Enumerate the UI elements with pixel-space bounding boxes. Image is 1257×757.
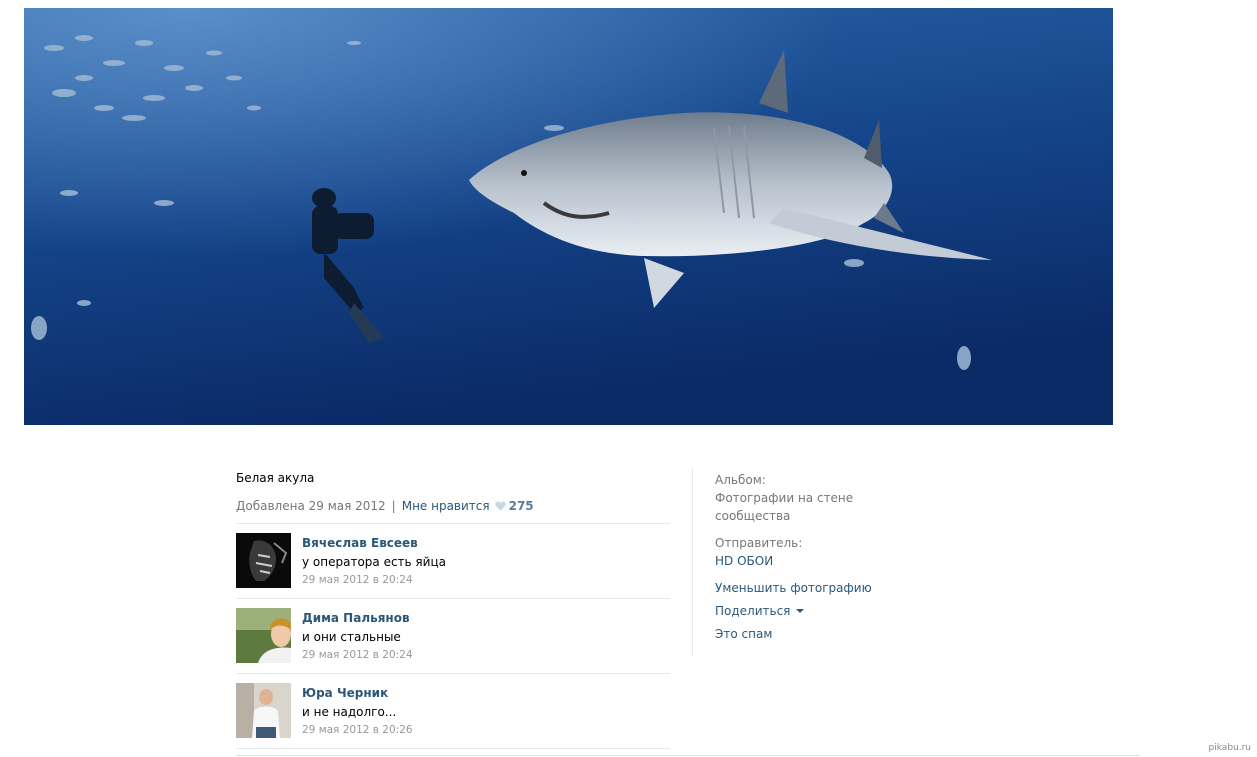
- photo-description: Белая акула: [236, 471, 315, 485]
- like-count[interactable]: 275: [509, 499, 534, 513]
- album-block: Альбом: Фотографии на стене сообщества: [715, 471, 875, 525]
- comment-text: и не надолго...: [302, 705, 397, 719]
- comments-list: Вячеслав Евсеев у оператора есть яйца 29…: [236, 523, 670, 749]
- album-name: Фотографии на стене сообщества: [715, 491, 854, 523]
- album-label: Альбом:: [715, 473, 766, 487]
- meta-separator: |: [391, 499, 396, 513]
- watermark: pikabu.ru: [1208, 743, 1251, 753]
- comment-author[interactable]: Вячеслав Евсеев: [302, 535, 446, 551]
- photo-meta: Добавлена 29 мая 2012 | Мне нравится 275: [236, 498, 670, 515]
- comment-body: Юра Черник и не надолго... 29 мая 2012 в…: [302, 685, 413, 737]
- added-date: Добавлена 29 мая 2012: [236, 499, 386, 513]
- bottom-divider: [236, 755, 1140, 756]
- shrink-photo-link[interactable]: Уменьшить фотографию: [715, 579, 875, 597]
- photo-sidebar: Альбом: Фотографии на стене сообщества О…: [715, 471, 875, 648]
- sender-block: Отправитель: HD ОБОИ: [715, 534, 875, 570]
- photo-info: Белая акула Добавлена 29 мая 2012 | Мне нр…: [236, 470, 670, 749]
- comment-body: Дима Пальянов и они стальные 29 мая 2012…: [302, 610, 413, 662]
- avatar[interactable]: [236, 533, 291, 588]
- like-button[interactable]: Мне нравится: [402, 499, 490, 513]
- shark-photo: [24, 8, 1113, 425]
- comment-date[interactable]: 29 мая 2012 в 20:24: [302, 573, 446, 587]
- comment-author[interactable]: Юра Черник: [302, 685, 413, 701]
- avatar[interactable]: [236, 683, 291, 738]
- comment-date[interactable]: 29 мая 2012 в 20:26: [302, 723, 413, 737]
- comment-body: Вячеслав Евсеев у оператора есть яйца 29…: [302, 535, 446, 587]
- share-label[interactable]: Поделиться: [715, 604, 790, 618]
- sender-link[interactable]: HD ОБОИ: [715, 552, 875, 570]
- share-dropdown[interactable]: Поделиться: [715, 602, 875, 620]
- sidebar-divider: [692, 468, 693, 656]
- comment-date[interactable]: 29 мая 2012 в 20:24: [302, 648, 413, 662]
- comment-text: и они стальные: [302, 630, 401, 644]
- heart-icon[interactable]: [494, 499, 506, 515]
- chevron-down-icon[interactable]: [796, 609, 805, 613]
- comment-item: Юра Черник и не надолго... 29 мая 2012 в…: [236, 674, 670, 749]
- comment-text: у оператора есть яйца: [302, 555, 446, 569]
- sender-label: Отправитель:: [715, 536, 803, 550]
- comment-item: Вячеслав Евсеев у оператора есть яйца 29…: [236, 524, 670, 599]
- photo-viewer-image[interactable]: [24, 8, 1113, 425]
- report-spam-link[interactable]: Это спам: [715, 625, 875, 643]
- comment-author[interactable]: Дима Пальянов: [302, 610, 413, 626]
- avatar[interactable]: [236, 608, 291, 663]
- comment-item: Дима Пальянов и они стальные 29 мая 2012…: [236, 599, 670, 674]
